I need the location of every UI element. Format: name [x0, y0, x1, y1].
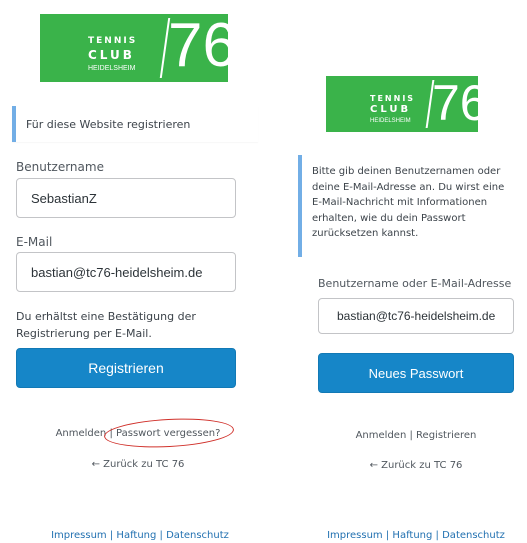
- user-or-email-input[interactable]: bastian@tc76-heidelsheim.de: [318, 298, 514, 334]
- email-label: E-Mail: [16, 235, 53, 249]
- logo-city-text: HEIDELSHEIM: [370, 118, 411, 124]
- username-value: SebastianZ: [31, 190, 97, 206]
- login-link[interactable]: Anmelden: [56, 428, 107, 439]
- logo-tennis-text: TENNIS: [88, 36, 138, 46]
- login-link[interactable]: Anmelden: [356, 430, 407, 441]
- link-separator: |: [409, 430, 413, 441]
- user-or-email-label: Benutzername oder E-Mail-Adresse: [318, 277, 512, 290]
- club-logo[interactable]: TENNIS CLUB HEIDELSHEIM 76: [326, 75, 488, 132]
- email-input[interactable]: bastian@tc76-heidelsheim.de: [16, 252, 236, 292]
- register-button[interactable]: Registrieren: [16, 348, 236, 388]
- user-or-email-value: bastian@tc76-heidelsheim.de: [337, 309, 496, 323]
- club-logo[interactable]: TENNIS CLUB HEIDELSHEIM 76: [40, 11, 237, 82]
- register-notice: Für diese Website registrieren: [12, 106, 258, 142]
- logo-number: 76: [168, 11, 237, 80]
- register-link[interactable]: Registrieren: [416, 430, 476, 441]
- datenschutz-link[interactable]: Datenschutz: [442, 530, 505, 541]
- footer-sep: |: [385, 530, 390, 541]
- new-password-button[interactable]: Neues Passwort: [318, 353, 514, 393]
- username-label: Benutzername: [16, 160, 104, 174]
- reset-notice: Bitte gib deinen Benutzernamen oder dein…: [298, 155, 514, 257]
- footer-sep: |: [109, 530, 114, 541]
- haftung-link[interactable]: Haftung: [392, 530, 432, 541]
- register-notice-text: Für diese Website registrieren: [26, 118, 191, 131]
- right-footer: Impressum | Haftung | Datenschutz: [306, 530, 526, 541]
- left-back-link-wrap: ← Zurück zu TC 76: [40, 459, 236, 470]
- impressum-link[interactable]: Impressum: [51, 530, 107, 541]
- logo-club-text: CLUB: [370, 104, 412, 115]
- username-input[interactable]: SebastianZ: [16, 178, 236, 218]
- datenschutz-link[interactable]: Datenschutz: [166, 530, 229, 541]
- email-value: bastian@tc76-heidelsheim.de: [31, 264, 203, 280]
- annotation-circle: [103, 415, 235, 451]
- footer-sep: |: [159, 530, 163, 541]
- reset-notice-text: Bitte gib deinen Benutzernamen oder dein…: [312, 166, 505, 239]
- confirmation-text: Du erhältst eine Bestätigung der Registr…: [16, 310, 196, 340]
- back-link[interactable]: ← Zurück zu TC 76: [92, 459, 185, 470]
- back-link[interactable]: ← Zurück zu TC 76: [370, 460, 463, 471]
- right-back-link-wrap: ← Zurück zu TC 76: [318, 460, 514, 471]
- logo-club-text: CLUB: [88, 48, 135, 62]
- haftung-link[interactable]: Haftung: [116, 530, 156, 541]
- left-footer: Impressum | Haftung | Datenschutz: [30, 530, 250, 541]
- logo-tennis-text: TENNIS: [370, 94, 416, 103]
- footer-sep: |: [435, 530, 439, 541]
- right-nav-links: Anmelden | Registrieren: [318, 430, 514, 441]
- logo-city-text: HEIDELSHEIM: [88, 65, 136, 72]
- logo-number: 76: [432, 75, 488, 131]
- impressum-link[interactable]: Impressum: [327, 530, 383, 541]
